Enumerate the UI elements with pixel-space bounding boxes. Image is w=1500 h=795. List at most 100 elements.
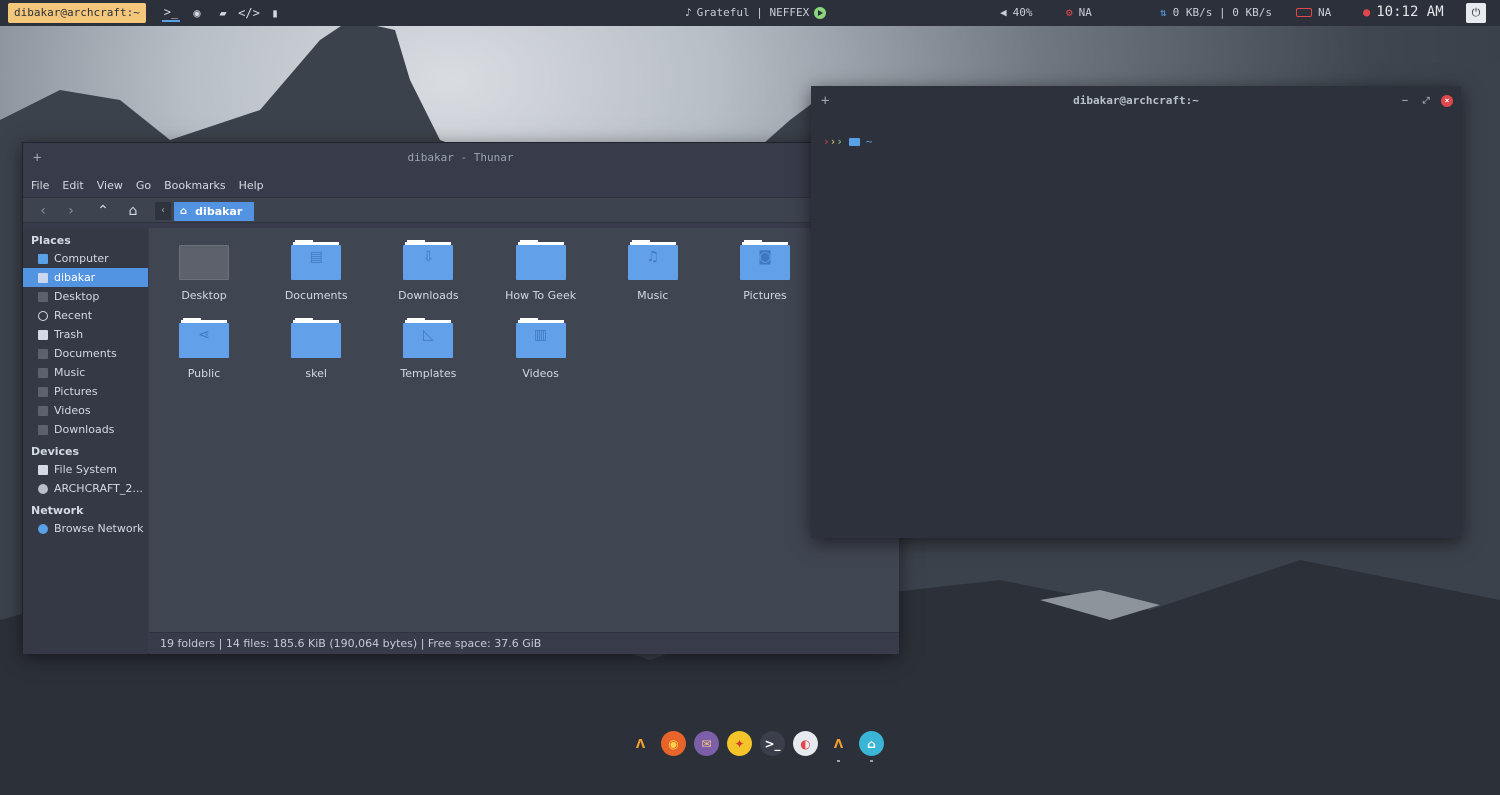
archcraft-terminal-icon[interactable]: Λ <box>826 731 851 762</box>
breadcrumb-current[interactable]: ⌂ dibakar <box>174 202 254 221</box>
sidebar-item-dibakar[interactable]: dibakar <box>23 268 148 287</box>
videos-icon <box>38 405 48 416</box>
close-icon[interactable]: × <box>1441 95 1453 107</box>
menu-edit[interactable]: Edit <box>62 179 83 192</box>
folder-icon: ◙ <box>740 240 790 280</box>
location-toolbar: ‹ › ⌃ ⌂ ‹ ⌂ dibakar <box>23 197 898 223</box>
folder-label: Music <box>637 289 669 302</box>
sidebar-item-music[interactable]: Music <box>23 363 148 382</box>
sidebar-item-downloads[interactable]: Downloads <box>23 420 148 439</box>
firefox-icon[interactable]: ◉ <box>188 4 206 22</box>
terminal-icon[interactable]: >_ <box>162 4 180 22</box>
sidebar-label: File System <box>54 463 117 476</box>
home-folder-icon[interactable]: ⌂ <box>859 731 884 762</box>
folder-icon: ▥ <box>515 318 566 358</box>
sidebar-item-trash[interactable]: Trash <box>23 325 148 344</box>
terminal-title: dibakar@archcraft:~ <box>1073 94 1199 107</box>
folder-item[interactable]: ⋖ Public <box>154 318 254 380</box>
menu-bookmarks[interactable]: Bookmarks <box>164 179 225 192</box>
home-folder-icon <box>38 272 48 283</box>
terminal-window[interactable]: + dibakar@archcraft:~ – ⤢ × ››› ~ <box>811 86 1461 538</box>
play-icon[interactable] <box>814 6 827 19</box>
window-menu-icon[interactable]: + <box>33 143 41 173</box>
devices-heading: Devices <box>31 445 80 458</box>
battery-icon <box>1296 8 1312 17</box>
battery-indicator: NA <box>1296 6 1331 19</box>
sidebar-item-documents[interactable]: Documents <box>23 344 148 363</box>
terminal-icon[interactable]: >_ <box>760 731 785 756</box>
code-icon[interactable]: </> <box>238 4 260 22</box>
sidebar-item-archcraft-disc[interactable]: ARCHCRAFT_2...⏏ <box>23 479 164 498</box>
sidebar-label: Pictures <box>54 385 98 398</box>
home-crumb-icon: ⌂ <box>180 206 188 217</box>
folder-label: Templates <box>400 367 457 380</box>
breadcrumb-label: dibakar <box>195 205 243 218</box>
clock[interactable]: ● 10:12 AM <box>1363 4 1444 20</box>
sidebar-item-file-system[interactable]: File System <box>23 460 148 479</box>
folder-icon <box>291 318 342 358</box>
folder-item[interactable]: ▤ Documents <box>266 240 366 302</box>
folder-item[interactable]: How To Geek <box>491 240 591 302</box>
settings-toggle-icon[interactable]: ◐ <box>793 731 818 756</box>
folder-item[interactable]: ♫ Music <box>603 240 703 302</box>
dock: Λ ◉ ✉ ✦ >_ ◐ Λ ⌂ <box>628 731 884 762</box>
folder-label: Videos <box>522 367 559 380</box>
folder-open-icon[interactable]: ▰ <box>214 4 232 22</box>
folder-label: How To Geek <box>505 289 577 302</box>
music-icon <box>38 367 48 378</box>
cpu-icon: ⚙ <box>1066 6 1073 19</box>
mail-icon[interactable]: ✉ <box>694 731 719 756</box>
sidebar-item-desktop[interactable]: Desktop <box>23 287 148 306</box>
network-speed: 0 KB/s | 0 KB/s <box>1172 6 1272 19</box>
folder-icon <box>848 137 860 146</box>
folder-item[interactable]: ⇩ Downloads <box>378 240 478 302</box>
status-bar: 19 folders | 14 files: 185.6 KiB (190,06… <box>149 632 899 654</box>
file-view: Desktop ▤ Documents ⇩ Downloads How To Geek ♫ M… <box>149 228 899 632</box>
window-menu-icon[interactable]: + <box>821 86 829 116</box>
menu-file[interactable]: File <box>31 179 49 192</box>
menu-view[interactable]: View <box>97 179 123 192</box>
drive-icon <box>38 464 48 475</box>
workspace-user-label[interactable]: dibakar@archcraft:~ <box>8 3 146 23</box>
folder-label: Documents <box>284 289 348 302</box>
sidebar-item-computer[interactable]: Computer <box>23 249 148 268</box>
geany-icon[interactable]: ✦ <box>727 731 752 756</box>
sidebar-item-pictures[interactable]: Pictures <box>23 382 148 401</box>
path-scroll-left-icon[interactable]: ‹ <box>155 202 171 220</box>
music-note-icon: ♪ <box>685 6 692 19</box>
home-icon[interactable]: ⌂ <box>123 201 143 221</box>
sidebar-label: ARCHCRAFT_2... <box>54 482 143 495</box>
power-icon[interactable]: ⏻ <box>1466 3 1486 23</box>
parent-folder-icon[interactable]: ⌃ <box>93 201 113 221</box>
maximize-icon[interactable]: ⤢ <box>1420 95 1432 107</box>
folder-item[interactable]: Desktop <box>154 240 254 302</box>
music-player[interactable]: ♪ Grateful | NEFFEX <box>685 6 827 19</box>
sidebar-label: Browse Network <box>54 522 144 535</box>
folder-label: Public <box>187 367 221 380</box>
folder-icon: ⋖ <box>179 318 229 358</box>
minimize-icon[interactable]: – <box>1399 95 1411 107</box>
sidebar-label: Videos <box>54 404 91 417</box>
folder-item[interactable]: skel <box>266 318 366 380</box>
thunar-window: + dibakar - Thunar File Edit View Go Boo… <box>22 142 899 654</box>
thunar-titlebar[interactable]: + dibakar - Thunar <box>23 143 898 173</box>
menu-help[interactable]: Help <box>239 179 264 192</box>
speaker-icon: ◀ <box>1000 6 1007 19</box>
sidebar-item-videos[interactable]: Videos <box>23 401 148 420</box>
folder-item[interactable]: ◙ Pictures <box>715 240 815 302</box>
sidebar-item-browse-network[interactable]: Browse Network <box>23 519 148 538</box>
terminal-titlebar[interactable]: + dibakar@archcraft:~ – ⤢ × <box>811 86 1461 116</box>
top-panel: dibakar@archcraft:~ >_ ◉ ▰ </> ▮ ♪ Grate… <box>0 0 1500 26</box>
menu-go[interactable]: Go <box>136 179 151 192</box>
book-icon[interactable]: ▮ <box>266 4 284 22</box>
sidebar-item-recent[interactable]: Recent <box>23 306 148 325</box>
back-icon[interactable]: ‹ <box>33 201 53 221</box>
forward-icon[interactable]: › <box>61 201 81 221</box>
volume-indicator[interactable]: ◀ 40% <box>1000 6 1033 19</box>
side-pane: Places Computer dibakar Desktop Recent T… <box>23 228 164 654</box>
folder-item[interactable]: ▥ Videos <box>491 318 591 380</box>
folder-item[interactable]: ◺ Templates <box>378 318 478 380</box>
firefox-icon[interactable]: ◉ <box>661 731 686 756</box>
folder-icon: ♫ <box>627 240 678 280</box>
archcraft-icon[interactable]: Λ <box>628 731 653 756</box>
